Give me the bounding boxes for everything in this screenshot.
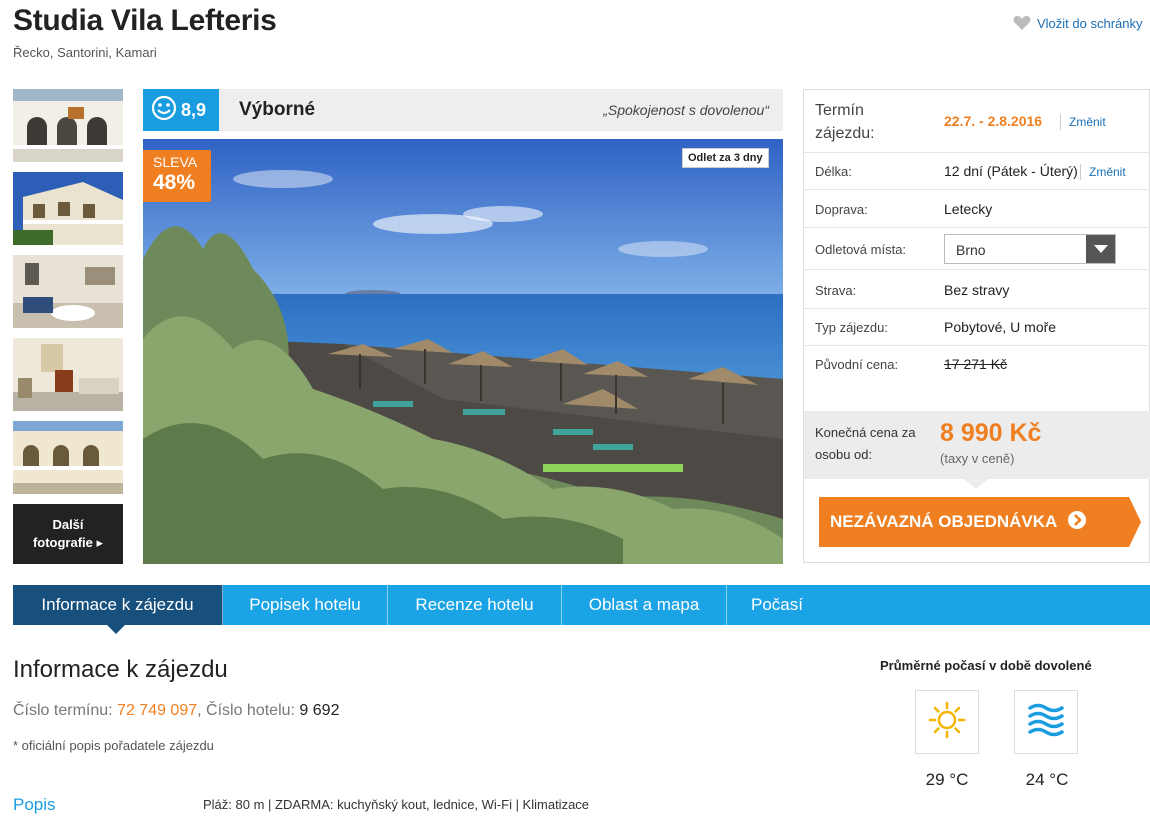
type-label: Typ zájezdu: xyxy=(815,320,888,335)
term-value: 22.7. - 2.8.2016 xyxy=(944,113,1043,129)
section-heading: Informace k zájezdu xyxy=(13,656,228,683)
more-photos-line1: Další xyxy=(52,517,84,532)
transport-value: Letecky xyxy=(944,201,993,217)
rating-bar: 8,9 Výborné „Spokojenost s dovolenou“ xyxy=(143,89,783,131)
discount-badge: SLEVA 48% xyxy=(143,150,211,202)
air-weather-box xyxy=(915,690,979,754)
row-length: Délka: 12 dní (Pátek - Úterý) Změnit xyxy=(804,153,1150,190)
board-label: Strava: xyxy=(815,283,857,298)
final-price-label-1: Konečná cena za xyxy=(815,425,916,440)
term-label: Termín zájezdu: xyxy=(815,102,875,142)
tab-area-map[interactable]: Oblast a mapa xyxy=(562,585,727,625)
main-photo[interactable] xyxy=(143,139,783,564)
orig-price-value: 17 271 Kč xyxy=(944,356,1008,372)
description-text: Pláž: 80 m | ZDARMA: kuchyňský kout, led… xyxy=(203,797,590,812)
board-value: Bez stravy xyxy=(944,282,1010,298)
rating-badge: 8,9 xyxy=(143,89,219,131)
wishlist-label: Vložit do schránky xyxy=(1037,15,1143,31)
row-type: Typ zájezdu: Pobytové, U moře xyxy=(804,309,1150,346)
final-price-label-2: osobu od: xyxy=(815,447,873,462)
thumbnail-1[interactable] xyxy=(13,89,123,162)
discount-value: 48% xyxy=(153,171,196,194)
change-term-link[interactable]: Změnit xyxy=(1069,115,1106,129)
type-value: Pobytové, U moře xyxy=(944,319,1057,335)
departure-label: Odletová místa: xyxy=(815,242,907,257)
term-number-label: Číslo termínu: xyxy=(13,702,113,719)
official-note: * oficiální popis pořadatele zájezdu xyxy=(13,738,214,753)
row-original-price: Původní cena: 17 271 Kč xyxy=(804,346,1150,382)
thumbnail-2[interactable] xyxy=(13,172,123,245)
departure-select[interactable]: Brno xyxy=(944,234,1116,264)
discount-label: SLEVA xyxy=(153,154,198,170)
final-price-note: (taxy v ceně) xyxy=(940,451,1015,466)
orig-price-label: Původní cena: xyxy=(815,357,899,372)
rating-word: Výborné xyxy=(239,99,316,120)
departure-badge: Odlet za 3 dny xyxy=(682,148,769,168)
row-departure: Odletová místa: Brno xyxy=(804,228,1150,270)
thumbnail-5[interactable] xyxy=(13,421,123,494)
separator xyxy=(1060,113,1061,130)
weather-heading: Průměrné počasí v době dovolené xyxy=(880,658,1092,673)
air-temperature: 29 °C xyxy=(925,770,969,789)
arrow-circle-icon xyxy=(1067,510,1087,535)
final-price-box: Konečná cena za osobu od: 8 990 Kč (taxy… xyxy=(804,411,1150,489)
row-transport: Doprava: Letecky xyxy=(804,190,1150,228)
tab-hotel-reviews[interactable]: Recenze hotelu xyxy=(388,585,562,625)
transport-label: Doprava: xyxy=(815,202,868,217)
hotel-title: Studia Vila Lefteris xyxy=(13,4,277,37)
hotel-number: 9 692 xyxy=(299,702,340,719)
photo-thumbnails: Další fotografie ▸ xyxy=(13,89,123,564)
sun-icon xyxy=(927,700,967,745)
water-waves-icon xyxy=(1026,700,1066,745)
description-heading: Popis xyxy=(13,795,56,814)
thumbnail-4[interactable] xyxy=(13,338,123,411)
row-term: Termín zájezdu: 22.7. - 2.8.2016 Změnit xyxy=(804,90,1150,153)
content-tabs: Informace k zájezdu Popisek hotelu Recen… xyxy=(13,585,1150,625)
thumbnail-3[interactable] xyxy=(13,255,123,328)
tab-weather[interactable]: Počasí xyxy=(727,585,827,625)
water-temperature: 24 °C xyxy=(1025,770,1069,789)
trip-ids: Číslo termínu: 72 749 097, Číslo hotelu:… xyxy=(13,702,339,720)
tab-trip-info[interactable]: Informace k zájezdu xyxy=(13,585,223,625)
rating-quote: „Spokojenost s dovolenou“ xyxy=(603,102,769,118)
hotel-location: Řecko, Santorini, Kamari xyxy=(13,45,157,60)
length-label: Délka: xyxy=(815,164,852,179)
separator xyxy=(1080,163,1081,180)
change-length-link[interactable]: Změnit xyxy=(1089,165,1126,179)
wishlist-link[interactable]: Vložit do schránky xyxy=(1013,15,1143,31)
chevron-down-icon[interactable] xyxy=(1086,235,1115,263)
hotel-number-label: Číslo hotelu: xyxy=(206,702,295,719)
term-number: 72 749 097 xyxy=(117,702,198,719)
water-weather-box xyxy=(1014,690,1078,754)
order-button[interactable]: NEZÁVAZNÁ OBJEDNÁVKA xyxy=(819,497,1141,547)
ids-comma: , xyxy=(197,702,202,719)
active-tab-pointer xyxy=(107,625,125,634)
more-photos-button[interactable]: Další fotografie ▸ xyxy=(13,504,123,564)
rating-score: 8,9 xyxy=(181,99,207,120)
length-value: 12 dní (Pátek - Úterý) xyxy=(944,163,1078,179)
final-price-value: 8 990 Kč xyxy=(940,419,1042,447)
tab-hotel-description[interactable]: Popisek hotelu xyxy=(223,585,388,625)
booking-panel: Termín zájezdu: 22.7. - 2.8.2016 Změnit … xyxy=(803,89,1150,563)
more-photos-line2: fotografie xyxy=(32,535,93,550)
chevron-right-icon: ▸ xyxy=(96,535,104,550)
departure-selected: Brno xyxy=(956,242,986,258)
heart-icon xyxy=(1013,15,1031,31)
price-pointer xyxy=(964,479,988,489)
smiley-icon xyxy=(151,95,177,126)
order-button-label: NEZÁVAZNÁ OBJEDNÁVKA xyxy=(830,512,1058,531)
row-board: Strava: Bez stravy xyxy=(804,270,1150,309)
